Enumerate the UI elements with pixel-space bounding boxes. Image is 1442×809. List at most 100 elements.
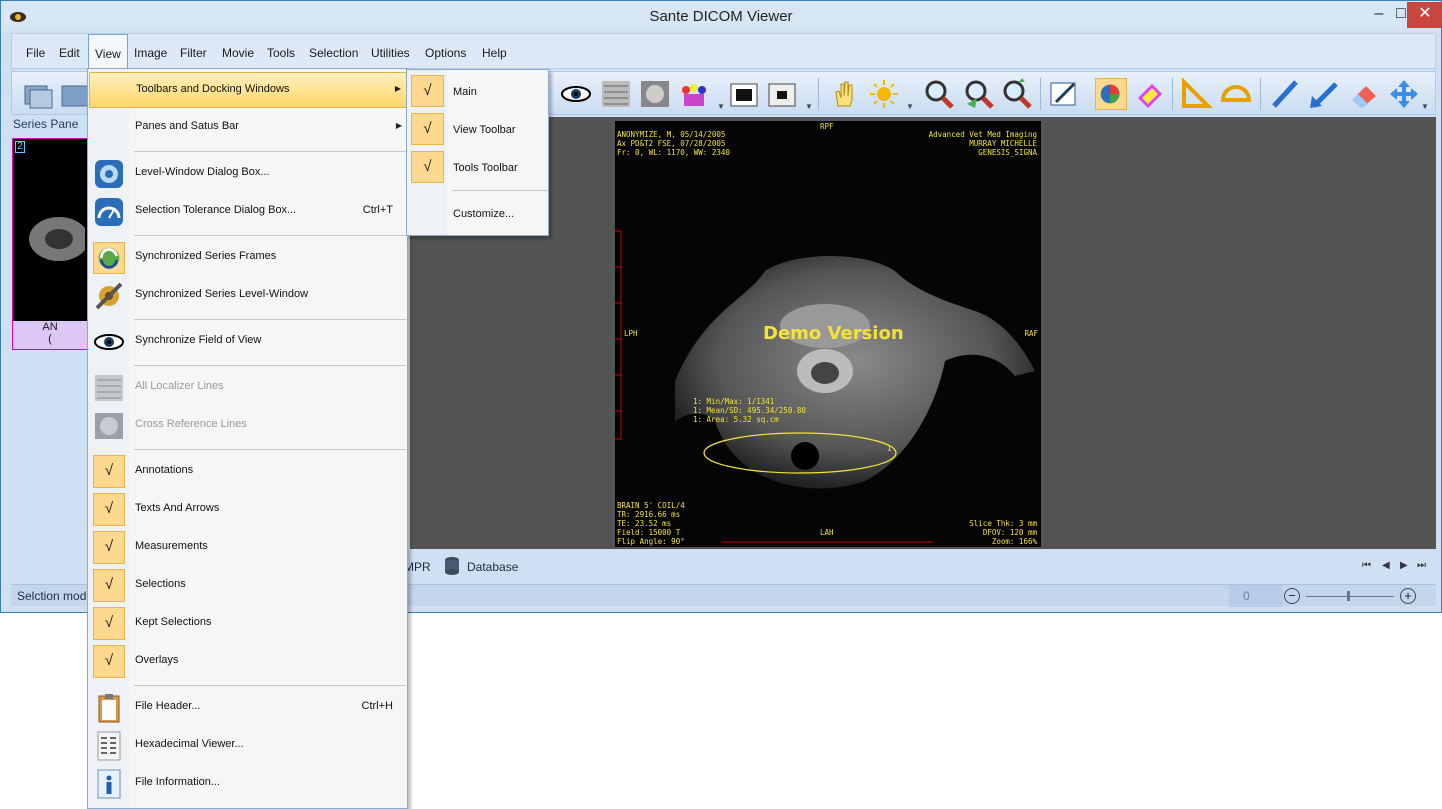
toolbar-separator	[1172, 78, 1173, 110]
series-thumbnail[interactable]: 2 AN (	[12, 138, 88, 350]
submenu-item-main-toolbar[interactable]: √ Main	[408, 72, 548, 108]
annotate-pen-icon[interactable]	[1048, 78, 1080, 110]
title-bar: Sante DICOM Viewer – □ ✕	[1, 1, 1442, 31]
menu-utilities[interactable]: Utilities	[371, 46, 410, 60]
color-palette-icon[interactable]	[1134, 78, 1166, 110]
tolerance-gauge-icon	[95, 198, 123, 226]
brightness-dropdown-icon[interactable]: ▼	[906, 102, 914, 111]
view-toolbar-options-icon[interactable]: ▼	[805, 102, 813, 111]
menu-shortcut: Ctrl+H	[361, 700, 393, 712]
zoom-in-button[interactable]: +	[1400, 588, 1416, 604]
pencil-icon[interactable]	[1268, 78, 1300, 110]
hex-document-icon	[97, 731, 121, 761]
menu-item-selection-tolerance[interactable]: Selection Tolerance Dialog Box... Ctrl+T	[89, 194, 407, 230]
fit-image-icon[interactable]	[766, 78, 798, 110]
menu-help[interactable]: Help	[482, 46, 507, 60]
menu-item-overlays[interactable]: √ Overlays	[89, 644, 407, 680]
menu-item-cross-reference-lines[interactable]: Cross Reference Lines	[89, 408, 407, 444]
arrow-tool-icon[interactable]	[1308, 78, 1340, 110]
tools-toolbar-options-icon[interactable]: ▼	[1421, 102, 1429, 111]
menu-selection[interactable]: Selection	[309, 46, 358, 60]
submenu-item-customize[interactable]: Customize...	[408, 194, 548, 230]
eye-icon	[94, 334, 124, 350]
menu-item-label: Synchronized Series Frames	[135, 250, 277, 262]
submenu-arrow-icon: ▶	[395, 121, 402, 130]
checkmark-icon: √	[411, 113, 444, 145]
series-pane-header: Series Pane	[13, 117, 79, 131]
view-tab-bar: MPR Database	[404, 551, 1436, 581]
menu-item-texts-and-arrows[interactable]: √ Texts And Arrows	[89, 492, 407, 528]
cross-reference-icon[interactable]	[639, 78, 671, 110]
zoom-out-icon[interactable]	[1001, 78, 1033, 110]
menu-item-measurements[interactable]: √ Measurements	[89, 530, 407, 566]
menu-separator	[134, 449, 406, 450]
ruler-angle-icon[interactable]	[1180, 78, 1212, 110]
menu-bar: File Edit View Image Filter Movie Tools …	[11, 33, 1436, 70]
tab-database[interactable]: Database	[467, 560, 518, 574]
menu-item-sync-field-of-view[interactable]: Synchronize Field of View	[89, 324, 407, 360]
menu-separator	[134, 235, 406, 236]
zoom-magnifier-icon[interactable]	[923, 78, 955, 110]
menu-tools[interactable]: Tools	[267, 46, 295, 60]
menu-edit[interactable]: Edit	[59, 46, 80, 60]
sync-level-window-icon	[95, 282, 123, 310]
dicom-image-viewport[interactable]: ANONYMIZE, M, 05/14/2005 Ax PD&T2 FSE, 0…	[615, 121, 1041, 547]
first-frame-icon[interactable]: ⏮	[1362, 560, 1371, 571]
submenu-item-tools-toolbar[interactable]: √ Tools Toolbar	[408, 148, 548, 184]
menu-item-all-localizer-lines[interactable]: All Localizer Lines	[89, 370, 407, 406]
pan-hand-icon[interactable]	[828, 78, 860, 110]
last-frame-icon[interactable]: ⏭	[1417, 560, 1426, 571]
localizer-lines-icon[interactable]	[600, 78, 632, 110]
brightness-icon[interactable]	[868, 78, 900, 110]
zoom-in-icon[interactable]	[963, 78, 995, 110]
submenu-item-label: View Toolbar	[453, 124, 516, 136]
menu-item-file-information[interactable]: File Information...	[89, 766, 407, 802]
roi-selection-icon[interactable]	[1095, 78, 1127, 110]
menu-item-label: Measurements	[135, 540, 208, 552]
menu-separator	[134, 319, 406, 320]
menu-item-panes-status-bar[interactable]: Panes and Satus Bar ▶	[89, 110, 407, 146]
submenu-item-view-toolbar[interactable]: √ View Toolbar	[408, 110, 548, 146]
menu-view[interactable]: View	[88, 34, 128, 70]
eraser-icon[interactable]	[1348, 78, 1380, 110]
submenu-arrow-icon: ▶	[394, 84, 401, 93]
cross-reference-icon	[95, 413, 123, 439]
menu-item-toolbars-docking[interactable]: Toolbars and Docking Windows ▶	[89, 72, 407, 108]
tab-mpr[interactable]: MPR	[404, 560, 431, 574]
menu-item-kept-selections[interactable]: √ Kept Selections	[89, 606, 407, 642]
orientation-top: RPF	[820, 122, 834, 131]
next-frame-icon[interactable]: ▶	[1400, 560, 1408, 571]
menu-item-selections[interactable]: √ Selections	[89, 568, 407, 604]
menu-item-label: File Header...	[135, 700, 201, 712]
invert-image-icon[interactable]	[728, 78, 760, 110]
zoom-slider-thumb[interactable]	[1347, 591, 1350, 601]
protractor-icon[interactable]	[1220, 78, 1252, 110]
orientation-right: RAF	[1024, 329, 1038, 338]
zoom-slider-track[interactable]	[1306, 596, 1394, 597]
menu-item-annotations[interactable]: √ Annotations	[89, 454, 407, 490]
menu-image[interactable]: Image	[134, 46, 167, 60]
menu-file[interactable]: File	[26, 46, 45, 60]
menu-item-hex-viewer[interactable]: Hexadecimal Viewer...	[89, 728, 407, 764]
menu-item-sync-level-window[interactable]: Synchronized Series Level-Window	[89, 278, 407, 314]
menu-item-file-header[interactable]: File Header... Ctrl+H	[89, 690, 407, 726]
move-arrows-icon[interactable]	[1388, 78, 1420, 110]
color-lut-icon[interactable]	[678, 78, 710, 110]
submenu-item-label: Customize...	[453, 208, 515, 220]
menu-item-sync-series-frames[interactable]: Synchronized Series Frames	[89, 240, 407, 276]
menu-separator	[134, 685, 406, 686]
menu-movie[interactable]: Movie	[222, 46, 254, 60]
status-mode-text: Selction mode	[17, 589, 94, 603]
menu-options[interactable]: Options	[425, 46, 466, 60]
eye-icon[interactable]	[560, 78, 592, 110]
open-files-icon[interactable]	[22, 78, 54, 110]
submenu-item-label: Main	[453, 86, 477, 98]
zoom-out-button[interactable]: −	[1284, 588, 1300, 604]
menu-item-level-window-dialog[interactable]: Level-Window Dialog Box...	[89, 156, 407, 192]
previous-frame-icon[interactable]: ◀	[1382, 560, 1390, 571]
close-button[interactable]: ✕	[1407, 2, 1442, 28]
roi-label: 1	[887, 444, 892, 453]
lut-dropdown-icon[interactable]: ▼	[717, 102, 725, 111]
menu-filter[interactable]: Filter	[180, 46, 207, 60]
checkmark-icon: √	[93, 455, 125, 488]
